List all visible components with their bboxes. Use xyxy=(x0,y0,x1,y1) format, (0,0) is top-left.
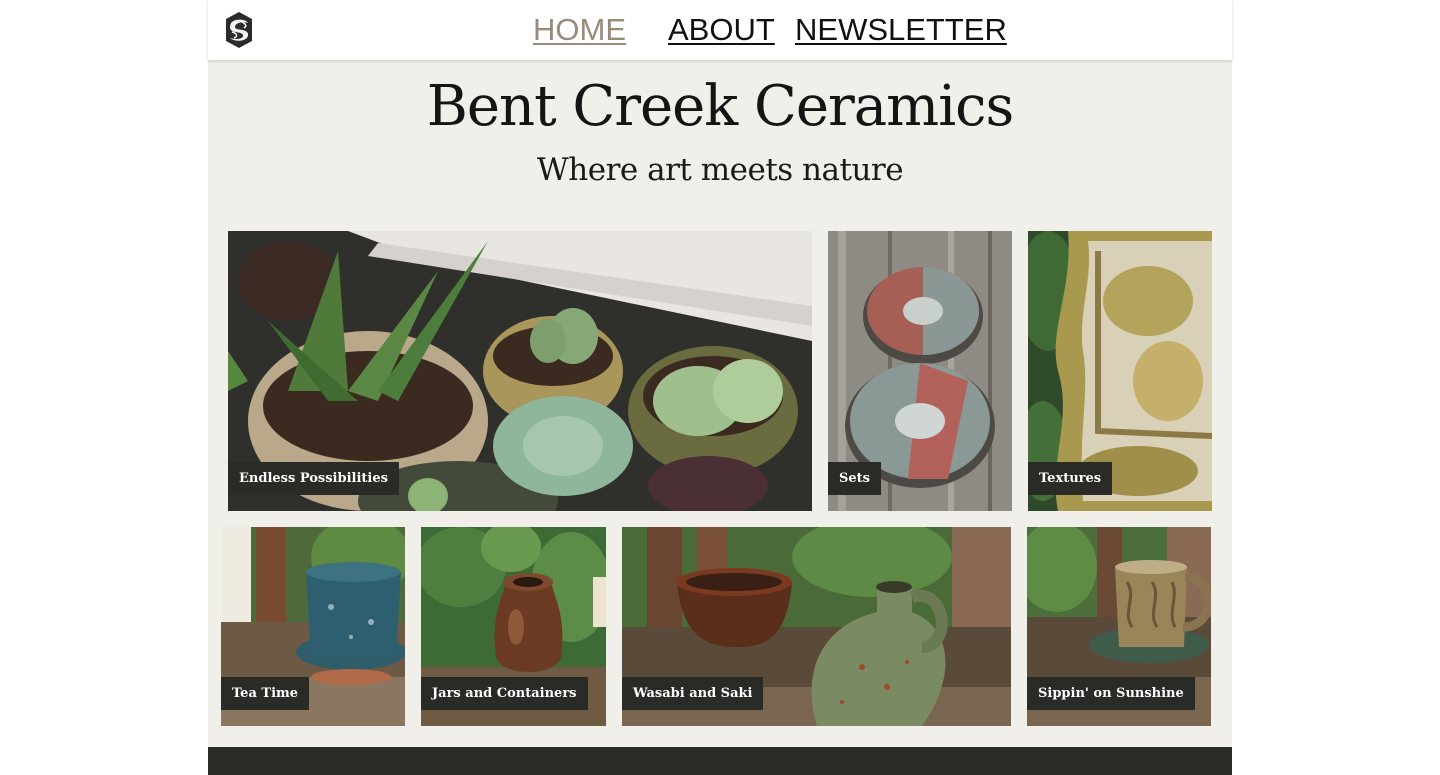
tile-caption: Jars and Containers xyxy=(421,677,588,710)
gallery-tile-endless-possibilities[interactable]: Endless Possibilities xyxy=(228,231,812,511)
swirl-logo-icon[interactable] xyxy=(222,11,256,49)
gallery-tile-sippin-on-sunshine[interactable]: Sippin' on Sunshine xyxy=(1027,527,1211,726)
nav-link-about[interactable]: ABOUT xyxy=(668,11,775,49)
nav-link-newsletter[interactable]: NEWSLETTER xyxy=(795,11,1007,49)
nav-link-home[interactable]: HOME xyxy=(533,11,626,49)
tile-caption: Sets xyxy=(828,462,881,495)
site-subtitle: Where art meets nature xyxy=(536,152,904,188)
tile-caption: Endless Possibilities xyxy=(228,462,399,495)
gallery-tile-sets[interactable]: Sets xyxy=(828,231,1012,511)
gallery-tile-tea-time[interactable]: Tea Time xyxy=(221,527,405,726)
page-container: HOME ABOUT NEWSLETTER Bent Creek Ceramic… xyxy=(208,0,1232,775)
site-title: Bent Creek Ceramics xyxy=(426,74,1015,139)
gallery-tile-jars-and-containers[interactable]: Jars and Containers xyxy=(421,527,606,726)
tile-caption: Sippin' on Sunshine xyxy=(1027,677,1195,710)
gallery-tile-textures[interactable]: Textures xyxy=(1028,231,1212,511)
tile-caption: Tea Time xyxy=(221,677,310,710)
top-navbar: HOME ABOUT NEWSLETTER xyxy=(208,0,1232,60)
gallery-tile-wasabi-and-saki[interactable]: Wasabi and Saki xyxy=(622,527,1011,726)
page-footer xyxy=(208,747,1232,775)
tile-caption: Wasabi and Saki xyxy=(622,677,764,710)
tile-caption: Textures xyxy=(1028,462,1113,495)
